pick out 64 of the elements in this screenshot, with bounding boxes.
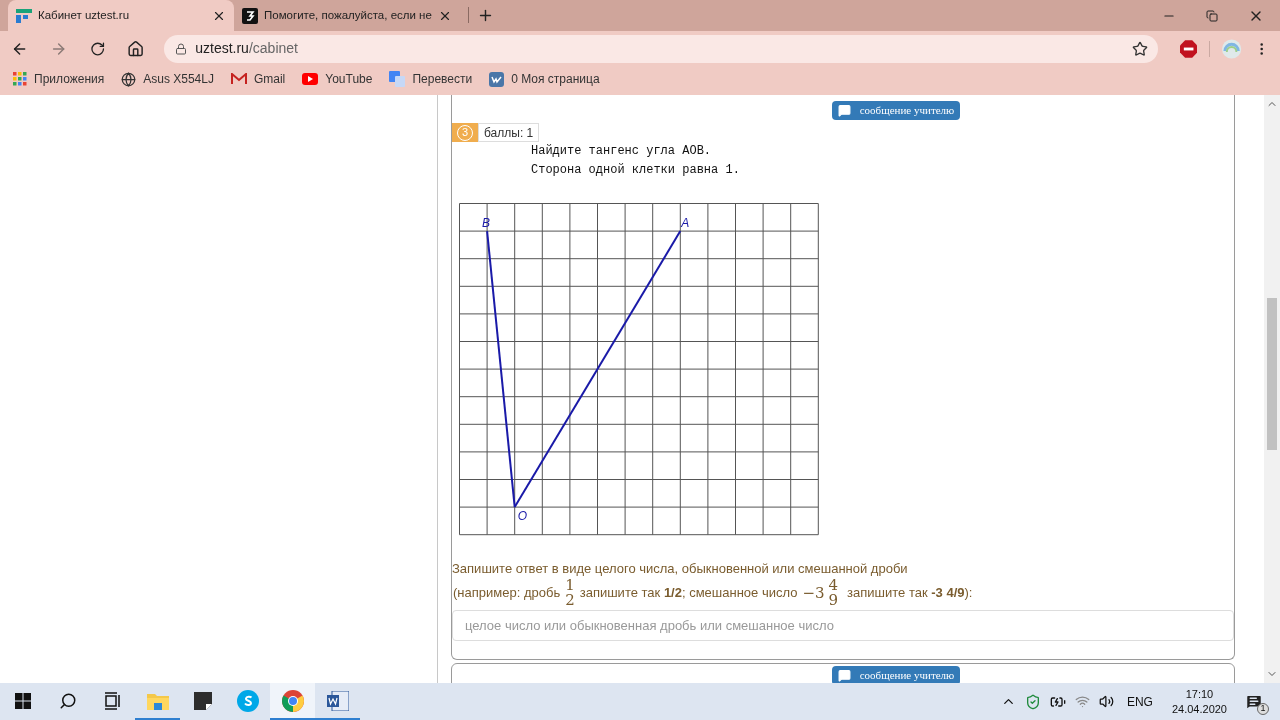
bookmark-link[interactable]: YouTube	[302, 70, 373, 88]
clock[interactable]: 17:10 24.04.2020	[1171, 686, 1227, 717]
volume-icon[interactable]	[1098, 694, 1114, 709]
point-label: B	[482, 216, 491, 231]
fraction-denominator: 9	[828, 593, 839, 608]
wifi-icon[interactable]	[1074, 694, 1090, 709]
shield-icon[interactable]	[1024, 693, 1041, 710]
tab-title: Помогите, пожалуйста, если не	[264, 7, 432, 23]
skype-icon	[236, 689, 259, 712]
chrome-icon	[281, 689, 304, 712]
point-label: A	[681, 216, 690, 231]
folder-icon	[146, 691, 169, 710]
url-text: uztest.ru/cabinet	[195, 39, 298, 58]
bookmark-link[interactable]: Asus X554LJ	[121, 70, 214, 88]
bookmark-link[interactable]: Gmail	[230, 70, 286, 88]
notifications-button[interactable]: 1	[1242, 689, 1266, 714]
search-icon	[58, 691, 77, 710]
clock-date: 24.04.2020	[1171, 701, 1227, 717]
points-label: баллы: 1	[478, 123, 540, 142]
example-text: запишите так 1/2; смешанное число	[579, 584, 798, 603]
fraction-numerator: 4	[828, 578, 839, 593]
note-icon	[193, 691, 212, 710]
answer-input-field[interactable]: целое число или обыкновенная дробь или смешанное число	[452, 610, 1234, 641]
globe-icon	[121, 71, 137, 87]
bookmark-link[interactable]: Перевести	[389, 70, 473, 88]
restore-icon[interactable]	[1206, 9, 1218, 22]
new-tab-icon[interactable]	[477, 7, 494, 24]
example-text: (например: дробь	[453, 584, 561, 603]
language-indicator[interactable]: ENG	[1126, 692, 1153, 711]
example-text: запишите так -3 4/9):	[847, 584, 973, 603]
point-label: O	[517, 509, 528, 524]
task-view-icon	[103, 691, 122, 710]
scrollbar[interactable]	[1264, 95, 1280, 683]
mixed-number-whole: −3	[802, 582, 825, 604]
question-text: Найдите тангенс угла AOB.	[531, 143, 713, 159]
bookmark-star-icon[interactable]	[1132, 40, 1149, 57]
apps-grid-icon	[13, 72, 27, 86]
play-icon	[302, 73, 319, 85]
lock-icon	[175, 42, 188, 55]
question-text: Сторона одной клетки равна 1.	[531, 162, 741, 178]
scrollbar-thumb[interactable]	[1267, 298, 1277, 450]
browser-tab[interactable]: Кабинет uztest.ru	[8, 0, 234, 31]
fraction-denominator: 2	[565, 593, 575, 608]
tab-title: Кабинет uztest.ru	[38, 7, 131, 23]
instruction-text: Запишите ответ в виде целого числа, обыкновенной или смешанной дроби	[452, 561, 909, 577]
bookmark-link[interactable]: Приложения	[13, 70, 105, 88]
fraction-numerator: 1	[565, 578, 575, 593]
clock-time: 17:10	[1185, 686, 1214, 702]
mail-icon	[230, 73, 247, 85]
bookmark-link[interactable]: 0 Моя страница	[489, 70, 600, 88]
browser-tab[interactable]: Помогите, пожалуйста, если не	[234, 0, 460, 31]
chat-icon	[837, 669, 851, 682]
message-teacher-button[interactable]: сообщение учителю	[831, 101, 961, 120]
home-icon[interactable]	[126, 39, 145, 58]
stop-sign-icon[interactable]	[1180, 39, 1198, 58]
chat-icon	[837, 104, 851, 117]
logo-icon	[242, 7, 258, 24]
windows-logo-icon	[14, 692, 31, 709]
logo-icon	[16, 7, 32, 24]
reload-icon[interactable]	[89, 40, 105, 57]
translate-icon	[389, 71, 406, 87]
message-teacher-button[interactable]: сообщение учителю	[831, 666, 961, 683]
address-bar[interactable]: uztest.ru/cabinet	[164, 34, 1159, 63]
document-icon	[326, 690, 349, 711]
